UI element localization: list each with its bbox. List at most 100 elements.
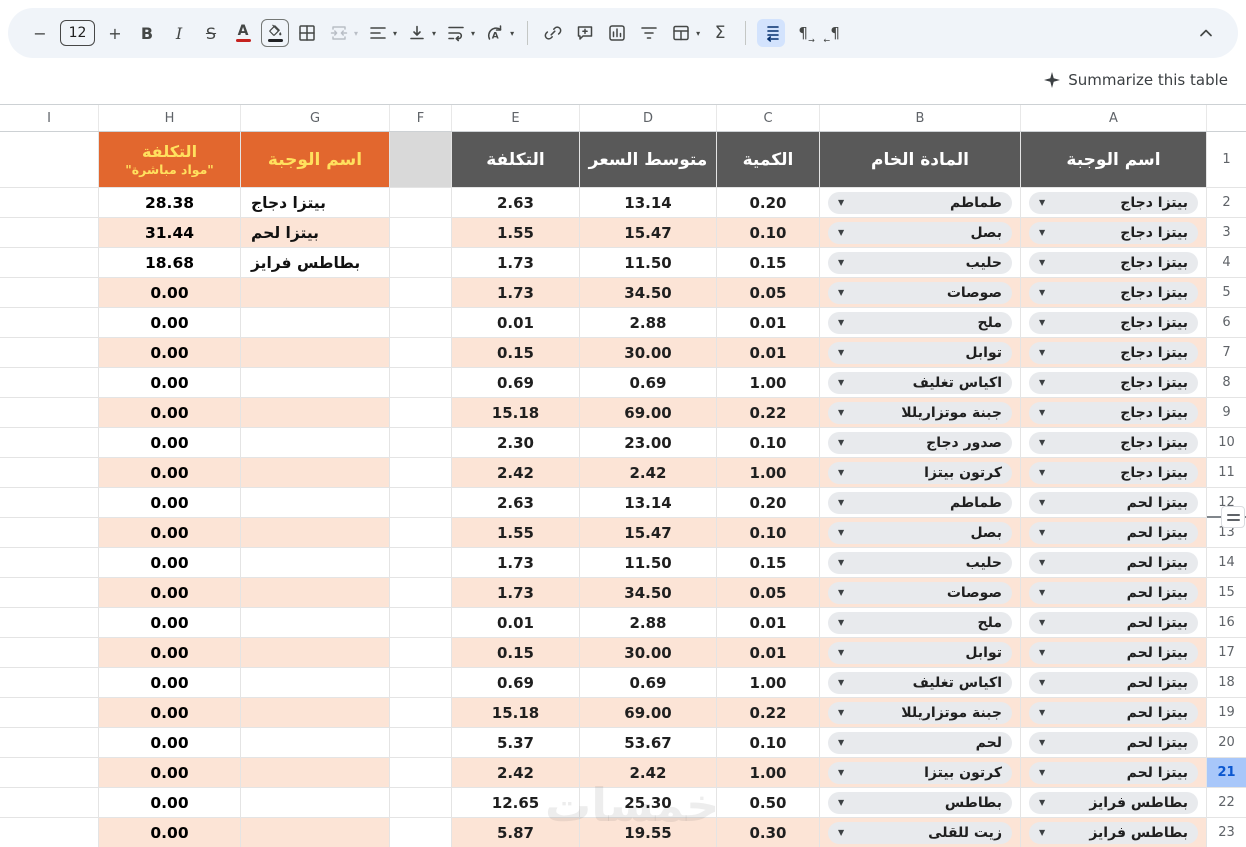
cell-A22[interactable]: ▼ بطاطس فرايز <box>1021 788 1207 818</box>
cell-I21[interactable] <box>0 758 99 788</box>
cell-G18[interactable] <box>241 668 390 698</box>
cell-G8[interactable] <box>241 368 390 398</box>
cell-E2[interactable]: 2.63 <box>452 188 580 218</box>
dropdown-chip[interactable]: ▼ بيتزا لحم <box>1029 731 1198 754</box>
cell-E8[interactable]: 0.69 <box>452 368 580 398</box>
cell-E4[interactable]: 1.73 <box>452 248 580 278</box>
dropdown-chip[interactable]: ▼ زيت للقلى <box>828 821 1012 844</box>
cell-G11[interactable] <box>241 458 390 488</box>
cell-E1[interactable]: التكلفة <box>452 132 580 188</box>
row-header-21[interactable]: 21 <box>1207 758 1246 788</box>
dropdown-chip[interactable]: ▼ بيتزا لحم <box>1029 521 1198 544</box>
italic-button[interactable]: I <box>165 19 193 47</box>
dropdown-chip[interactable]: ▼ بيتزا لحم <box>1029 611 1198 634</box>
row-header-18[interactable]: 18 <box>1207 668 1246 698</box>
cell-D11[interactable]: 2.42 <box>580 458 717 488</box>
cell-F20[interactable] <box>390 728 452 758</box>
cell-H23[interactable]: 0.00 <box>99 818 241 847</box>
cell-F18[interactable] <box>390 668 452 698</box>
cell-E3[interactable]: 1.55 <box>452 218 580 248</box>
column-header-G[interactable]: G <box>241 105 390 131</box>
summarize-table-button[interactable]: Summarize this table <box>1044 66 1228 94</box>
cell-C11[interactable]: 1.00 <box>717 458 820 488</box>
cell-A5[interactable]: ▼ بيتزا دجاج <box>1021 278 1207 308</box>
cell-H16[interactable]: 0.00 <box>99 608 241 638</box>
cell-C8[interactable]: 1.00 <box>717 368 820 398</box>
merge-cells-caret-icon[interactable]: ▾ <box>354 29 358 38</box>
cell-D12[interactable]: 13.14 <box>580 488 717 518</box>
cell-H3[interactable]: 31.44 <box>99 218 241 248</box>
cell-A13[interactable]: ▼ بيتزا لحم <box>1021 518 1207 548</box>
cell-C2[interactable]: 0.20 <box>717 188 820 218</box>
cell-I16[interactable] <box>0 608 99 638</box>
cell-E22[interactable]: 12.65 <box>452 788 580 818</box>
cell-E23[interactable]: 5.87 <box>452 818 580 847</box>
dropdown-chip[interactable]: ▼ جبنة موتزاريللا <box>828 701 1012 724</box>
fill-color-button[interactable] <box>261 19 289 47</box>
cell-F10[interactable] <box>390 428 452 458</box>
cell-A1[interactable]: اسم الوجبة <box>1021 132 1207 188</box>
cell-A18[interactable]: ▼ بيتزا لحم <box>1021 668 1207 698</box>
row-header-8[interactable]: 8 <box>1207 368 1246 398</box>
cell-C21[interactable]: 1.00 <box>717 758 820 788</box>
cell-I22[interactable] <box>0 788 99 818</box>
create-filter-button[interactable] <box>635 19 663 47</box>
dropdown-chip[interactable]: ▼ بيتزا لحم <box>1029 491 1198 514</box>
row-header-17[interactable]: 17 <box>1207 638 1246 668</box>
cell-I1[interactable] <box>0 132 99 188</box>
row-header-11[interactable]: 11 <box>1207 458 1246 488</box>
cell-H6[interactable]: 0.00 <box>99 308 241 338</box>
cell-E12[interactable]: 2.63 <box>452 488 580 518</box>
cell-D18[interactable]: 0.69 <box>580 668 717 698</box>
cell-H21[interactable]: 0.00 <box>99 758 241 788</box>
cell-C12[interactable]: 0.20 <box>717 488 820 518</box>
cell-C18[interactable]: 1.00 <box>717 668 820 698</box>
cell-H19[interactable]: 0.00 <box>99 698 241 728</box>
cell-F2[interactable] <box>390 188 452 218</box>
cell-B13[interactable]: ▼ بصل <box>820 518 1021 548</box>
cell-E9[interactable]: 15.18 <box>452 398 580 428</box>
cell-D16[interactable]: 2.88 <box>580 608 717 638</box>
cell-I18[interactable] <box>0 668 99 698</box>
cell-E13[interactable]: 1.55 <box>452 518 580 548</box>
cell-F15[interactable] <box>390 578 452 608</box>
dropdown-chip[interactable]: ▼ طماطم <box>828 491 1012 514</box>
cell-G21[interactable] <box>241 758 390 788</box>
cell-A9[interactable]: ▼ بيتزا دجاج <box>1021 398 1207 428</box>
cell-C1[interactable]: الكمية <box>717 132 820 188</box>
cell-E6[interactable]: 0.01 <box>452 308 580 338</box>
text-direction-rtl-button[interactable]: ¶ ← <box>821 19 849 47</box>
dropdown-chip[interactable]: ▼ بيتزا دجاج <box>1029 431 1198 454</box>
cell-B7[interactable]: ▼ توابل <box>820 338 1021 368</box>
cell-E15[interactable]: 1.73 <box>452 578 580 608</box>
cell-G23[interactable] <box>241 818 390 847</box>
cell-B4[interactable]: ▼ حليب <box>820 248 1021 278</box>
cell-H20[interactable]: 0.00 <box>99 728 241 758</box>
cell-G22[interactable] <box>241 788 390 818</box>
cell-I5[interactable] <box>0 278 99 308</box>
cell-B20[interactable]: ▼ لحم <box>820 728 1021 758</box>
cell-G1[interactable]: اسم الوجبة <box>241 132 390 188</box>
dropdown-chip[interactable]: ▼ بيتزا دجاج <box>1029 251 1198 274</box>
cell-G9[interactable] <box>241 398 390 428</box>
cell-F11[interactable] <box>390 458 452 488</box>
cell-B2[interactable]: ▼ طماطم <box>820 188 1021 218</box>
text-wrap-caret-icon[interactable]: ▾ <box>471 29 475 38</box>
row-header-20[interactable]: 20 <box>1207 728 1246 758</box>
cell-B16[interactable]: ▼ ملح <box>820 608 1021 638</box>
vertical-align-caret-icon[interactable]: ▾ <box>432 29 436 38</box>
insert-chart-button[interactable] <box>603 19 631 47</box>
row-header-16[interactable]: 16 <box>1207 608 1246 638</box>
cell-A7[interactable]: ▼ بيتزا دجاج <box>1021 338 1207 368</box>
dropdown-chip[interactable]: ▼ بيتزا دجاج <box>1029 221 1198 244</box>
cell-B17[interactable]: ▼ توابل <box>820 638 1021 668</box>
dropdown-chip[interactable]: ▼ بطاطس فرايز <box>1029 791 1198 814</box>
cell-I14[interactable] <box>0 548 99 578</box>
cell-F14[interactable] <box>390 548 452 578</box>
cell-B11[interactable]: ▼ كرتون بيتزا <box>820 458 1021 488</box>
cell-B3[interactable]: ▼ بصل <box>820 218 1021 248</box>
cell-I9[interactable] <box>0 398 99 428</box>
dropdown-chip[interactable]: ▼ صوصات <box>828 281 1012 304</box>
cell-F19[interactable] <box>390 698 452 728</box>
insert-link-button[interactable] <box>539 19 567 47</box>
